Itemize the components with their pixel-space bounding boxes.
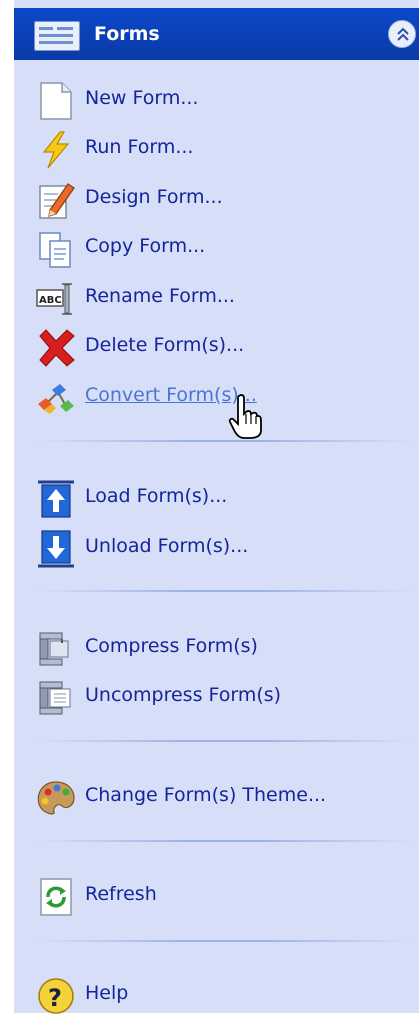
double-chevron-up-icon <box>397 27 409 41</box>
uncompress-form-item[interactable]: Uncompress Form(s) <box>14 672 419 718</box>
compress-form-item[interactable]: Compress Form(s) <box>14 623 419 669</box>
convert-icon <box>38 384 74 414</box>
panel-title: Forms <box>94 23 160 45</box>
panel-body: New Form... Run Form... Design Form... C… <box>14 60 419 1016</box>
unload-down-icon <box>38 530 74 568</box>
copy-form-label: Copy Form... <box>85 235 206 257</box>
separator <box>36 840 414 842</box>
unload-form-item[interactable]: Unload Form(s)... <box>14 523 419 569</box>
load-up-icon <box>38 480 74 518</box>
help-item[interactable]: ? Help <box>14 970 419 1016</box>
red-x-icon <box>39 329 75 367</box>
refresh-icon <box>40 878 72 916</box>
palette-icon <box>37 781 75 815</box>
design-form-label: Design Form... <box>85 186 223 208</box>
delete-form-item[interactable]: Delete Form(s)... <box>14 322 419 368</box>
compress-form-label: Compress Form(s) <box>85 635 258 657</box>
blank-page-icon <box>40 82 72 120</box>
convert-form-item[interactable]: Convert Form(s)... <box>14 372 419 418</box>
help-label: Help <box>85 982 129 1004</box>
rename-form-label: Rename Form... <box>85 285 235 307</box>
run-form-label: Run Form... <box>85 136 194 158</box>
panel-header[interactable]: Forms <box>14 8 419 60</box>
load-form-item[interactable]: Load Form(s)... <box>14 473 419 519</box>
copy-pages-icon <box>39 232 71 268</box>
svg-text:ABC: ABC <box>39 295 62 306</box>
unload-form-label: Unload Form(s)... <box>85 535 249 557</box>
compress-clamp-icon <box>39 632 69 666</box>
forms-panel-icon <box>34 21 80 51</box>
refresh-label: Refresh <box>85 883 157 905</box>
refresh-item[interactable]: Refresh <box>14 871 419 917</box>
separator <box>36 940 414 942</box>
pencil-page-icon <box>39 183 75 219</box>
design-form-item[interactable]: Design Form... <box>14 174 419 220</box>
help-question-icon: ? <box>38 978 74 1014</box>
svg-text:?: ? <box>48 984 62 1012</box>
uncompress-form-label: Uncompress Form(s) <box>85 684 282 706</box>
new-form-label: New Form... <box>85 87 199 109</box>
change-theme-label: Change Form(s) Theme... <box>85 784 327 806</box>
lightning-icon <box>42 131 70 169</box>
copy-form-item[interactable]: Copy Form... <box>14 223 419 269</box>
separator <box>36 590 414 592</box>
rename-form-item[interactable]: ABC Rename Form... <box>14 273 419 319</box>
run-form-item[interactable]: Run Form... <box>14 124 419 170</box>
separator <box>36 740 414 742</box>
load-form-label: Load Form(s)... <box>85 485 228 507</box>
change-theme-item[interactable]: Change Form(s) Theme... <box>14 772 419 818</box>
abc-rename-icon: ABC <box>36 283 72 315</box>
collapse-button[interactable] <box>388 20 416 48</box>
new-form-item[interactable]: New Form... <box>14 75 419 121</box>
uncompress-clamp-icon <box>39 681 71 715</box>
forms-task-panel: Forms New Form... Run Form... Design For… <box>14 0 419 1016</box>
separator <box>36 440 414 442</box>
delete-form-label: Delete Form(s)... <box>85 334 245 356</box>
hand-cursor-icon <box>228 394 262 439</box>
